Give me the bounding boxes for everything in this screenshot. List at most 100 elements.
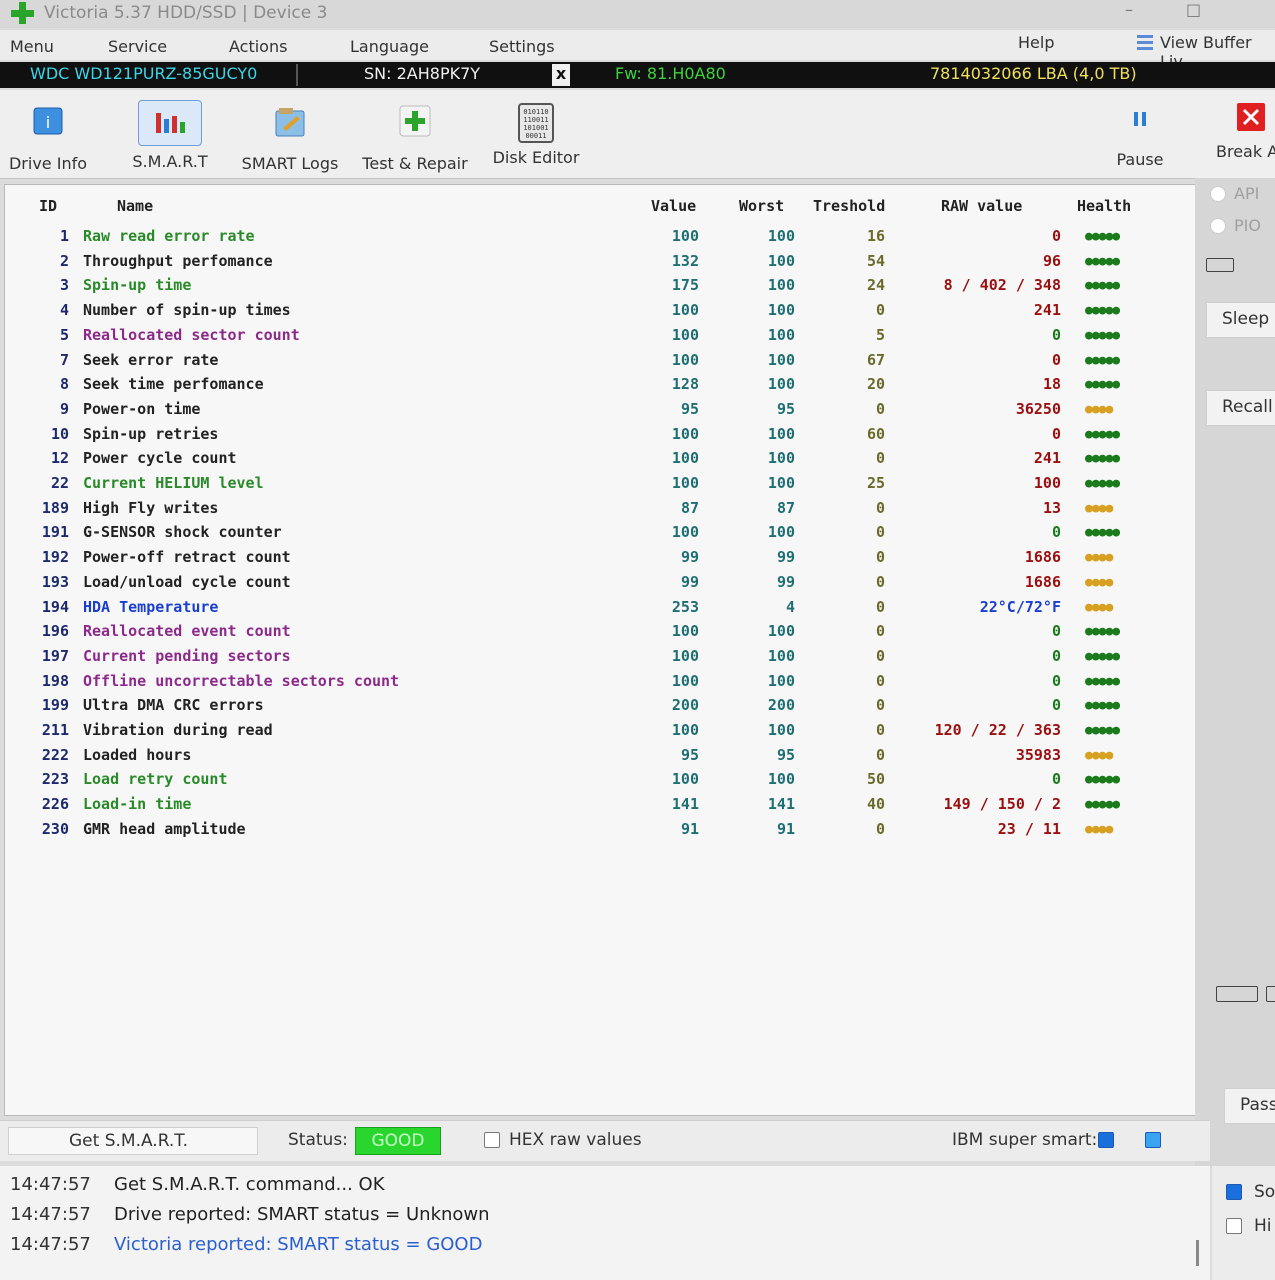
row-value: 95 — [680, 399, 699, 418]
table-row[interactable]: 10 Spin-up retries 100 100 60 0 ●●●●● — [5, 423, 1205, 447]
sleep-button[interactable]: Sleep — [1206, 302, 1275, 338]
pass-button[interactable]: Pass — [1224, 1088, 1275, 1124]
toolbar: i Drive Info S.M.A.R.T SMART Logs Test &… — [0, 90, 1275, 179]
table-row[interactable]: 5 Reallocated sector count 100 100 5 0 ●●●●● — [5, 324, 1205, 348]
row-raw-value: 241 — [1033, 301, 1061, 320]
ibm-option-checkbox[interactable] — [1145, 1132, 1161, 1148]
menu-item-settings[interactable]: Settings — [489, 37, 555, 56]
row-health: ●●●●● — [1085, 624, 1120, 640]
menu-item-service[interactable]: Service — [108, 37, 167, 56]
so-checkbox[interactable] — [1226, 1184, 1242, 1200]
row-name: Load retry count — [83, 770, 228, 789]
hex-raw-checkbox[interactable] — [484, 1132, 500, 1148]
row-name: Number of spin-up times — [83, 301, 291, 320]
col-header-name[interactable]: Name — [117, 197, 153, 215]
table-row[interactable]: 199 Ultra DMA CRC errors 200 200 0 0 ●●●●● — [5, 694, 1205, 718]
log-scrollbar[interactable] — [1196, 1240, 1199, 1266]
table-row[interactable]: 192 Power-off retract count 99 99 0 1686 ●●●● — [5, 546, 1205, 570]
row-threshold: 40 — [866, 795, 885, 814]
row-health: ●●●●● — [1085, 648, 1120, 664]
row-id: 194 — [41, 597, 69, 616]
row-name: GMR head amplitude — [83, 819, 246, 838]
row-name: Offline uncorrectable sectors count — [83, 671, 400, 690]
col-header-raw[interactable]: RAW value — [941, 197, 1022, 215]
table-row[interactable]: 226 Load-in time 141 141 40 149 / 150 / 2 ●●●●… — [5, 793, 1205, 817]
row-worst: 100 — [767, 375, 795, 394]
hi-checkbox[interactable] — [1226, 1218, 1242, 1234]
minimize-button[interactable]: – — [1125, 0, 1133, 19]
col-header-value[interactable]: Value — [651, 197, 696, 215]
log-panel: 14:47:57 Get S.M.A.R.T. command... OK 14… — [0, 1166, 1210, 1280]
menu-item-actions[interactable]: Actions — [229, 37, 287, 56]
row-threshold: 0 — [875, 721, 885, 739]
table-row[interactable]: 189 High Fly writes 87 87 0 13 ●●●● — [5, 497, 1205, 521]
table-row[interactable]: 211 Vibration during read 100 100 0 120 / 22 … — [5, 719, 1205, 743]
table-row[interactable]: 196 Reallocated event count 100 100 0 0 ●●●●● — [5, 620, 1205, 644]
row-health: ●●●●● — [1085, 673, 1120, 689]
col-header-threshold[interactable]: Treshold — [813, 197, 885, 215]
row-threshold: 0 — [875, 646, 885, 665]
table-row[interactable]: 223 Load retry count 100 100 50 0 ●●●●● — [5, 768, 1205, 792]
table-row[interactable]: 222 Loaded hours 95 95 0 35983 ●●●● — [5, 744, 1205, 768]
break-button[interactable]: Break A — [1212, 102, 1275, 161]
close-drive-button[interactable]: x — [552, 64, 570, 86]
col-header-id[interactable]: ID — [39, 197, 57, 215]
row-health: ●●●●● — [1085, 352, 1120, 368]
table-row[interactable]: 7 Seek error rate 100 100 67 0 ●●●●● — [5, 349, 1205, 373]
status-label: Status: — [288, 1130, 348, 1150]
table-row[interactable]: 194 HDA Temperature 253 4 0 22°C/72°F ●●●● — [5, 596, 1205, 620]
drive-model[interactable]: WDC WD121PURZ-85GUCY0 — [30, 64, 257, 83]
smart-logs-button[interactable]: SMART Logs — [238, 106, 342, 173]
table-row[interactable]: 230 GMR head amplitude 91 91 0 23 / 11 ●●●● — [5, 818, 1205, 842]
row-worst: 100 — [767, 474, 795, 492]
col-header-worst[interactable]: Worst — [739, 197, 784, 215]
row-name: Power cycle count — [83, 449, 237, 468]
table-row[interactable]: 193 Load/unload cycle count 99 99 0 1686 ●●●● — [5, 571, 1205, 595]
table-row[interactable]: 198 Offline uncorrectable sectors count 10… — [5, 670, 1205, 694]
drive-info-bar: WDC WD121PURZ-85GUCY0 SN: 2AH8PK7Y x Fw:… — [0, 62, 1275, 88]
row-name: Vibration during read — [83, 721, 273, 739]
api-radio[interactable] — [1210, 186, 1226, 202]
row-health: ●●●●● — [1085, 797, 1120, 813]
recall-button[interactable]: Recall — [1206, 390, 1275, 426]
row-name: Reallocated event count — [83, 622, 291, 641]
table-row[interactable]: 3 Spin-up time 175 100 24 8 / 402 / 348 ●●●●● — [5, 274, 1205, 298]
row-threshold: 0 — [875, 572, 885, 591]
drive-info-button[interactable]: i Drive Info — [8, 104, 88, 173]
row-raw-value: 23 / 11 — [997, 819, 1061, 838]
table-row[interactable]: 197 Current pending sectors 100 100 0 0 ●●●●● — [5, 645, 1205, 669]
ibm-super-smart-checkbox[interactable] — [1098, 1132, 1114, 1148]
window-title: Victoria 5.37 HDD/SSD | Device 3 — [44, 3, 328, 23]
table-row[interactable]: 22 Current HELIUM level 100 100 25 100 ●●●●● — [5, 472, 1205, 496]
table-row[interactable]: 12 Power cycle count 100 100 0 241 ●●●●● — [5, 447, 1205, 471]
table-row[interactable]: 9 Power-on time 95 95 0 36250 ●●●● — [5, 398, 1205, 422]
row-health: ●●●●● — [1085, 525, 1120, 541]
disk-editor-button[interactable]: 010110 110011 101001 00011 Disk Editor — [490, 102, 582, 167]
maximize-button[interactable]: □ — [1186, 0, 1201, 19]
pause-label: Pause — [1116, 150, 1164, 169]
row-raw-value: 0 — [1051, 671, 1061, 690]
pio-radio[interactable] — [1210, 218, 1226, 234]
get-smart-button[interactable]: Get S.M.A.R.T. — [8, 1127, 258, 1155]
table-row[interactable]: 4 Number of spin-up times 100 100 0 241 ●●●●● — [5, 299, 1205, 323]
row-name: Raw read error rate — [83, 227, 255, 245]
pause-button[interactable]: Pause — [1108, 102, 1172, 169]
menu-item-help[interactable]: Help — [1018, 33, 1054, 52]
smart-button[interactable]: S.M.A.R.T — [122, 100, 218, 171]
table-row[interactable]: 8 Seek time perfomance 128 100 20 18 ●●●●● — [5, 373, 1205, 397]
row-worst: 100 — [767, 671, 795, 690]
row-value: 141 — [671, 795, 699, 814]
table-row[interactable]: 2 Throughput perfomance 132 100 54 96 ●●●●● — [5, 250, 1205, 274]
table-row[interactable]: 191 G-SENSOR shock counter 100 100 0 0 ●●●●● — [5, 521, 1205, 545]
menu-item-menu[interactable]: Menu — [10, 37, 54, 56]
status-bar: Get S.M.A.R.T. Status: GOOD HEX raw valu… — [0, 1120, 1210, 1161]
col-header-health[interactable]: Health — [1077, 197, 1131, 215]
table-row[interactable]: 1 Raw read error rate 100 100 16 0 ●●●●● — [5, 225, 1205, 249]
test-repair-button[interactable]: Test & Repair — [360, 104, 470, 173]
row-value: 175 — [671, 276, 699, 295]
row-threshold: 50 — [866, 770, 885, 789]
menu-item-language[interactable]: Language — [350, 37, 429, 56]
log-time: 14:47:57 — [10, 1204, 91, 1225]
row-health: ●●●●● — [1085, 327, 1120, 343]
row-id: 8 — [59, 375, 69, 394]
